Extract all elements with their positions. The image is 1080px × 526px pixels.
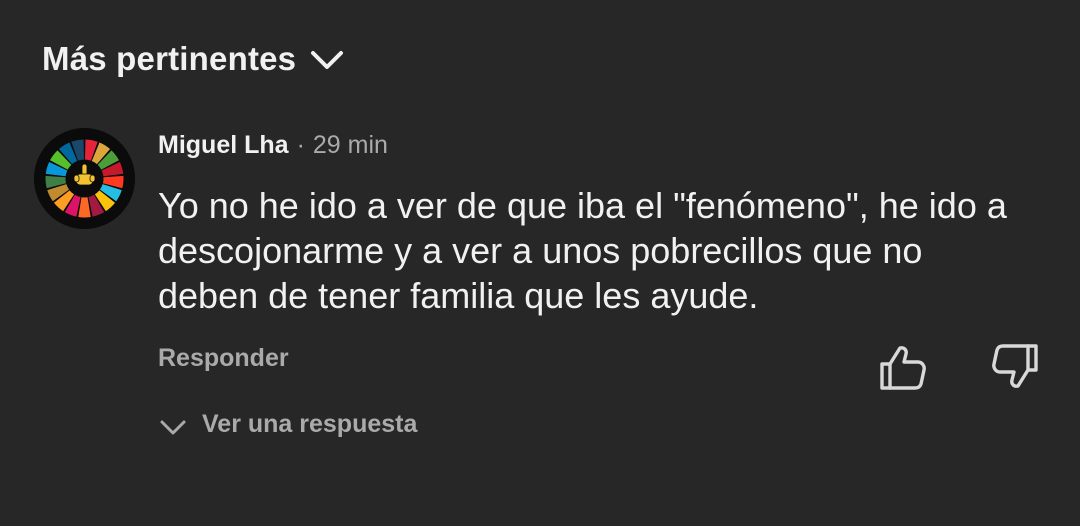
chevron-down-icon xyxy=(311,51,344,69)
comment-timestamp: 29 min xyxy=(312,131,388,159)
comment-header: Miguel Lha · 29 min xyxy=(158,131,388,160)
thumb-up-icon xyxy=(880,346,926,390)
sort-label: Más pertinentes xyxy=(42,40,297,77)
sdg-wheel-avatar-icon xyxy=(34,128,135,229)
comment-body: Yo no he ido a ver de que iba el "fenóme… xyxy=(158,183,1058,318)
comment-line: Yo no he ido a ver de que iba el "fenóme… xyxy=(158,185,1007,226)
meta-separator: · xyxy=(296,131,305,159)
comment-line: descojonarme y a ver a unos pobrecillos … xyxy=(158,230,923,271)
reply-button[interactable]: Responder xyxy=(158,344,289,373)
sort-dropdown[interactable]: Más pertinentes xyxy=(42,40,344,78)
view-replies-label: Ver una respuesta xyxy=(202,410,418,438)
chevron-down-icon xyxy=(160,420,186,434)
comment-line: deben de tener familia que les ayude. xyxy=(158,275,759,316)
view-replies-button[interactable]: Ver una respuesta xyxy=(158,410,417,439)
like-button[interactable] xyxy=(876,342,928,392)
dislike-button[interactable] xyxy=(990,342,1042,392)
comment-author[interactable]: Miguel Lha xyxy=(158,131,289,160)
avatar[interactable] xyxy=(34,128,135,229)
thumb-down-icon xyxy=(992,344,1038,388)
comments-panel: Más pertinentes Miguel Lha · 29 min Yo n… xyxy=(0,0,1080,526)
